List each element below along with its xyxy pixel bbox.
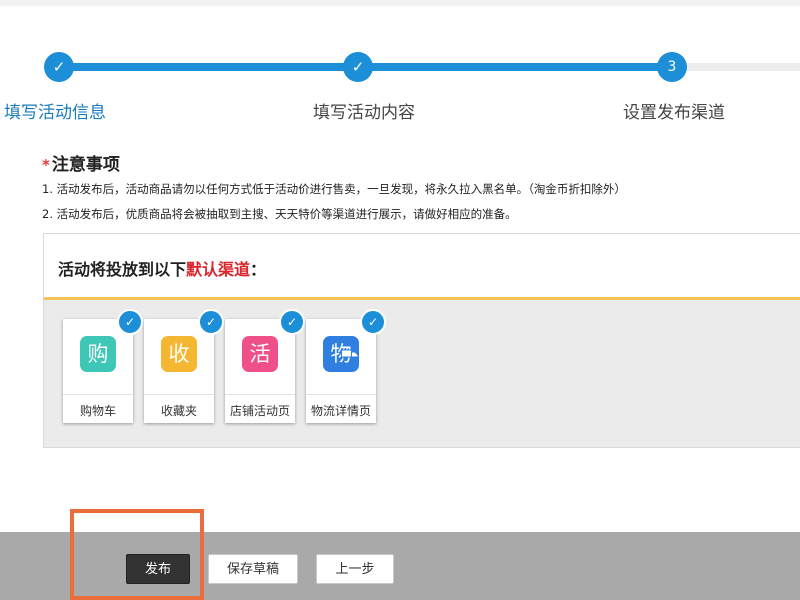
step-1-check-icon: ✓ bbox=[44, 52, 74, 82]
top-strip bbox=[0, 0, 800, 6]
notice-item-2: 2. 活动发布后，优质商品将会被抽取到主搜、天天特价等渠道进行展示，请做好相应的… bbox=[42, 207, 517, 221]
channel-card-shopping-cart[interactable]: 购 购物车 ✓ bbox=[63, 309, 143, 423]
save-draft-button[interactable]: 保存草稿 bbox=[208, 554, 298, 584]
channel-title-suffix: ： bbox=[250, 260, 267, 279]
card-divider bbox=[306, 394, 376, 395]
channel-title-prefix: 活动将投放到以下 bbox=[58, 260, 187, 279]
default-channel-panel: 活动将投放到以下默认渠道： 购 购物车 ✓ 收 收藏夹 ✓ 活 店铺活动页 ✓ … bbox=[43, 233, 800, 448]
channel-card-label: 物流详情页 bbox=[310, 404, 371, 418]
card-divider bbox=[63, 394, 133, 395]
checkmark-icon[interactable]: ✓ bbox=[360, 309, 386, 335]
checkmark-icon[interactable]: ✓ bbox=[117, 309, 143, 335]
shopping-cart-icon: 购 bbox=[80, 336, 116, 372]
channel-card-label: 店铺活动页 bbox=[229, 404, 290, 418]
checkmark-icon[interactable]: ✓ bbox=[198, 309, 224, 335]
previous-step-button[interactable]: 上一步 bbox=[316, 554, 394, 584]
channel-panel-title: 活动将投放到以下默认渠道： bbox=[58, 256, 266, 280]
checkmark-icon[interactable]: ✓ bbox=[279, 309, 305, 335]
notice-title-text: 注意事项 bbox=[51, 155, 120, 175]
step-2-label: 填写活动内容 bbox=[313, 103, 415, 123]
notice-title: * 注意事项 bbox=[42, 150, 120, 175]
channel-card-store-activity[interactable]: 活 店铺活动页 ✓ bbox=[225, 309, 305, 423]
step-3-label: 设置发布渠道 bbox=[623, 103, 725, 123]
favorites-icon: 收 bbox=[161, 336, 197, 372]
channel-card-label: 收藏夹 bbox=[160, 404, 197, 418]
notice-item-1: 1. 活动发布后，活动商品请勿以任何方式低于活动价进行售卖，一旦发现，将永久拉入… bbox=[42, 182, 626, 196]
store-activity-icon: 活 bbox=[242, 336, 278, 372]
step-1-label: 填写活动信息 bbox=[4, 103, 106, 123]
card-divider bbox=[225, 394, 295, 395]
annotation-highlight-box bbox=[70, 509, 204, 600]
truck-icon bbox=[341, 349, 359, 361]
channel-card-logistics[interactable]: 物 物流详情页 ✓ bbox=[306, 309, 386, 423]
channel-panel-header: 活动将投放到以下默认渠道： bbox=[44, 234, 800, 300]
card-divider bbox=[144, 394, 214, 395]
channel-card-label: 购物车 bbox=[79, 404, 116, 418]
progress-track-remaining bbox=[675, 63, 800, 71]
channel-title-highlight: 默认渠道 bbox=[186, 260, 251, 279]
required-star: * bbox=[42, 156, 50, 174]
step-3-number: 3 bbox=[657, 52, 687, 82]
step-2-check-icon: ✓ bbox=[343, 52, 373, 82]
channel-card-favorites[interactable]: 收 收藏夹 ✓ bbox=[144, 309, 224, 423]
